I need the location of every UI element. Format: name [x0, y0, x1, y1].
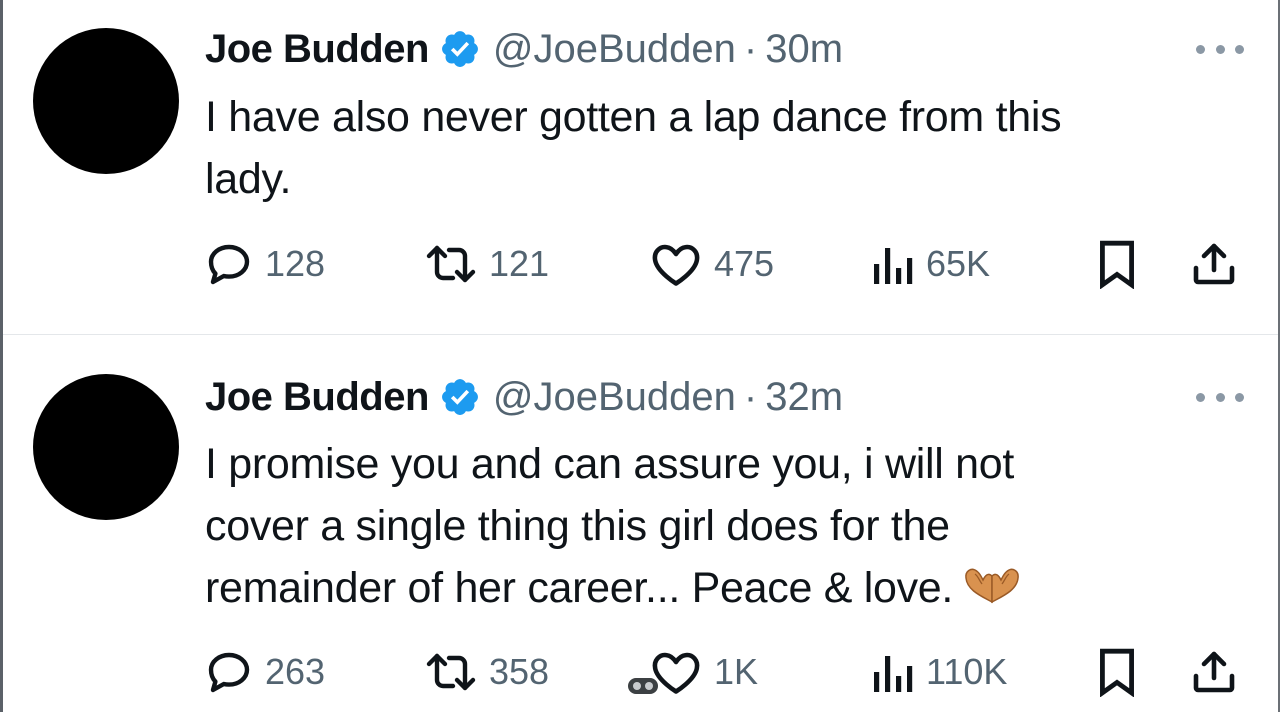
- views-icon: [874, 248, 913, 284]
- reply-icon: [208, 652, 250, 693]
- tweet-text-line: lady.: [205, 155, 292, 203]
- tweet-header: Joe Budden @JoeBudden · 30m: [205, 24, 843, 74]
- share-button[interactable]: [1190, 234, 1238, 294]
- retweet-button[interactable]: 358: [425, 642, 549, 702]
- avatar[interactable]: [33, 28, 179, 174]
- overlay-toggle[interactable]: [628, 678, 658, 694]
- bookmark-button[interactable]: [1095, 642, 1139, 702]
- retweet-icon: [426, 653, 476, 691]
- tweet-text-line: I have also never gotten a lap dance fro…: [205, 93, 1062, 141]
- like-button[interactable]: 1K: [650, 642, 758, 702]
- tweet-text: I promise you and can assure you, i will…: [205, 433, 1235, 619]
- heart-hands-emoji: [963, 561, 1021, 604]
- tweet[interactable]: Joe Budden @JoeBudden · 32m I promise yo…: [0, 336, 1280, 712]
- reply-button[interactable]: 263: [205, 642, 325, 702]
- action-bar: 128 121 475 65K: [205, 234, 1245, 294]
- retweet-icon: [426, 245, 476, 283]
- bookmark-button[interactable]: [1095, 234, 1139, 294]
- timestamp[interactable]: 32m: [765, 375, 843, 420]
- tweet-text-line: cover a single thing this girl does for …: [205, 502, 950, 550]
- views-button[interactable]: 65K: [870, 234, 990, 294]
- tweet-divider: [3, 334, 1278, 335]
- tweet-text-line: remainder of her career... Peace & love.: [205, 564, 954, 612]
- tweet-header: Joe Budden @JoeBudden · 32m: [205, 372, 843, 422]
- display-name[interactable]: Joe Budden: [205, 375, 429, 420]
- retweet-button[interactable]: 121: [425, 234, 549, 294]
- tweet-text-line-last: remainder of her career... Peace & love.: [205, 557, 1235, 619]
- tweet-text-line: I promise you and can assure you, i will…: [205, 440, 1014, 488]
- separator-dot: ·: [743, 26, 758, 71]
- avatar[interactable]: [33, 374, 179, 520]
- more-icon[interactable]: [1196, 42, 1244, 56]
- like-count: 475: [714, 243, 775, 284]
- retweet-count: 358: [489, 651, 550, 692]
- reply-count: 263: [265, 651, 326, 692]
- separator-dot: ·: [743, 374, 758, 419]
- action-bar: 263 358 1K 110K: [205, 642, 1245, 702]
- views-count: 65K: [926, 243, 991, 284]
- more-icon[interactable]: [1196, 390, 1244, 404]
- verified-badge-icon: [439, 376, 481, 418]
- share-icon: [1193, 243, 1235, 285]
- like-count: 1K: [714, 651, 759, 692]
- share-button[interactable]: [1190, 642, 1238, 702]
- like-icon: [652, 652, 700, 694]
- display-name[interactable]: Joe Budden: [205, 27, 429, 72]
- reply-button[interactable]: 128: [205, 234, 325, 294]
- like-button[interactable]: 475: [650, 234, 774, 294]
- like-icon: [652, 244, 700, 286]
- bookmark-icon: [1100, 648, 1134, 697]
- retweet-count: 121: [489, 243, 550, 284]
- tweet-text: I have also never gotten a lap dance fro…: [205, 86, 1235, 210]
- handle[interactable]: @JoeBudden: [493, 27, 736, 72]
- bookmark-icon: [1100, 240, 1134, 289]
- tweet[interactable]: Joe Budden @JoeBudden · 30m I have also …: [0, 0, 1280, 334]
- reply-icon: [208, 244, 250, 285]
- handle[interactable]: @JoeBudden: [493, 375, 736, 420]
- views-icon: [874, 656, 913, 692]
- verified-badge-icon: [439, 28, 481, 70]
- reply-count: 128: [265, 243, 326, 284]
- views-button[interactable]: 110K: [870, 642, 1007, 702]
- share-icon: [1193, 651, 1235, 693]
- views-count: 110K: [926, 651, 1008, 692]
- timestamp[interactable]: 30m: [765, 27, 843, 72]
